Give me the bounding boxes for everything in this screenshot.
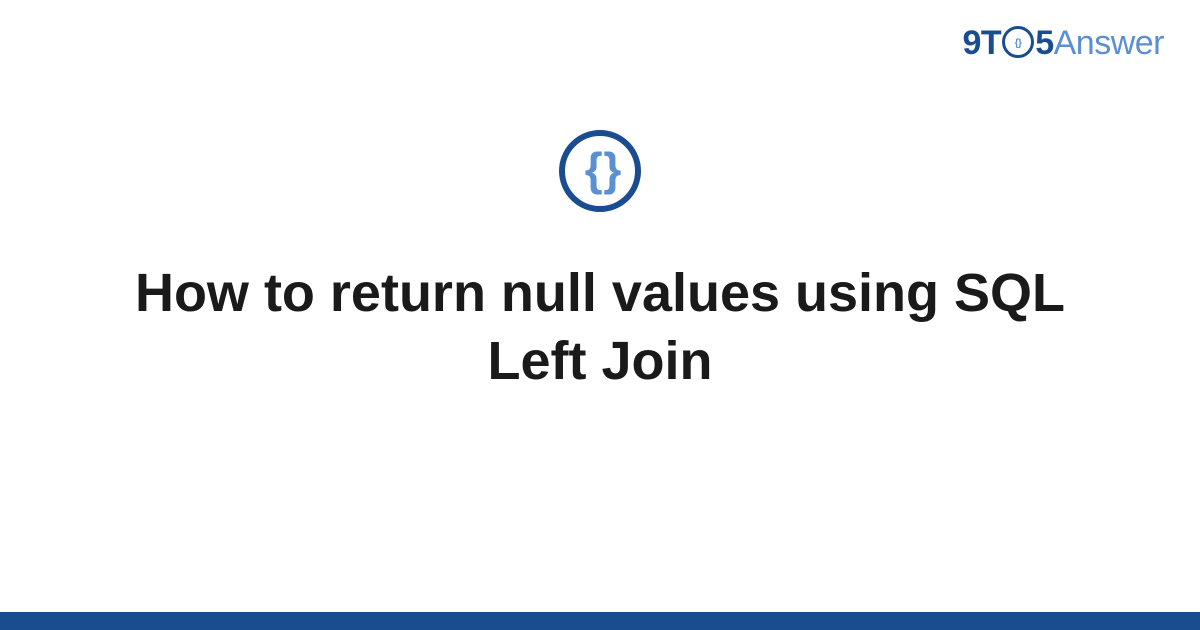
- svg-text:{}: {}: [1015, 38, 1022, 49]
- site-logo: 9T {} 5Answer: [963, 24, 1164, 63]
- logo-text-9t: 9T: [963, 24, 1002, 62]
- braces-glyph: { }: [585, 142, 616, 196]
- footer-bar: [0, 612, 1200, 630]
- logo-text-5: 5: [1035, 24, 1053, 62]
- main-content: { } How to return null values using SQL …: [0, 130, 1200, 395]
- logo-circle-icon: {}: [1002, 26, 1034, 58]
- page-title: How to return null values using SQL Left…: [110, 260, 1090, 395]
- code-braces-icon: { }: [559, 130, 641, 212]
- logo-text-answer: Answer: [1054, 24, 1164, 62]
